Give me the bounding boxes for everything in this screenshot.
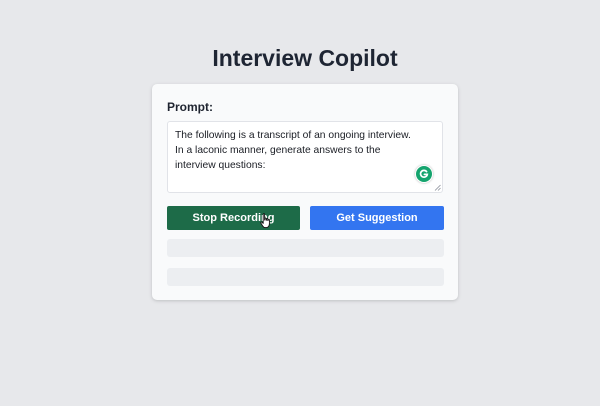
main-card: Prompt: The following is a transcript of… [152,84,458,300]
get-suggestion-button[interactable]: Get Suggestion [310,206,444,230]
stop-recording-button[interactable]: Stop Recording [167,206,300,230]
prompt-text: The following is a transcript of an ongo… [175,130,411,171]
page-title: Interview Copilot [212,45,398,71]
suggestion-output [167,239,444,257]
grammarly-icon[interactable] [415,165,433,183]
transcript-output [167,268,444,286]
hand-pointer-icon [260,213,270,229]
prompt-textarea[interactable]: The following is a transcript of an ongo… [167,121,443,193]
resize-handle-icon[interactable] [434,184,441,191]
prompt-label: Prompt: [167,100,213,114]
